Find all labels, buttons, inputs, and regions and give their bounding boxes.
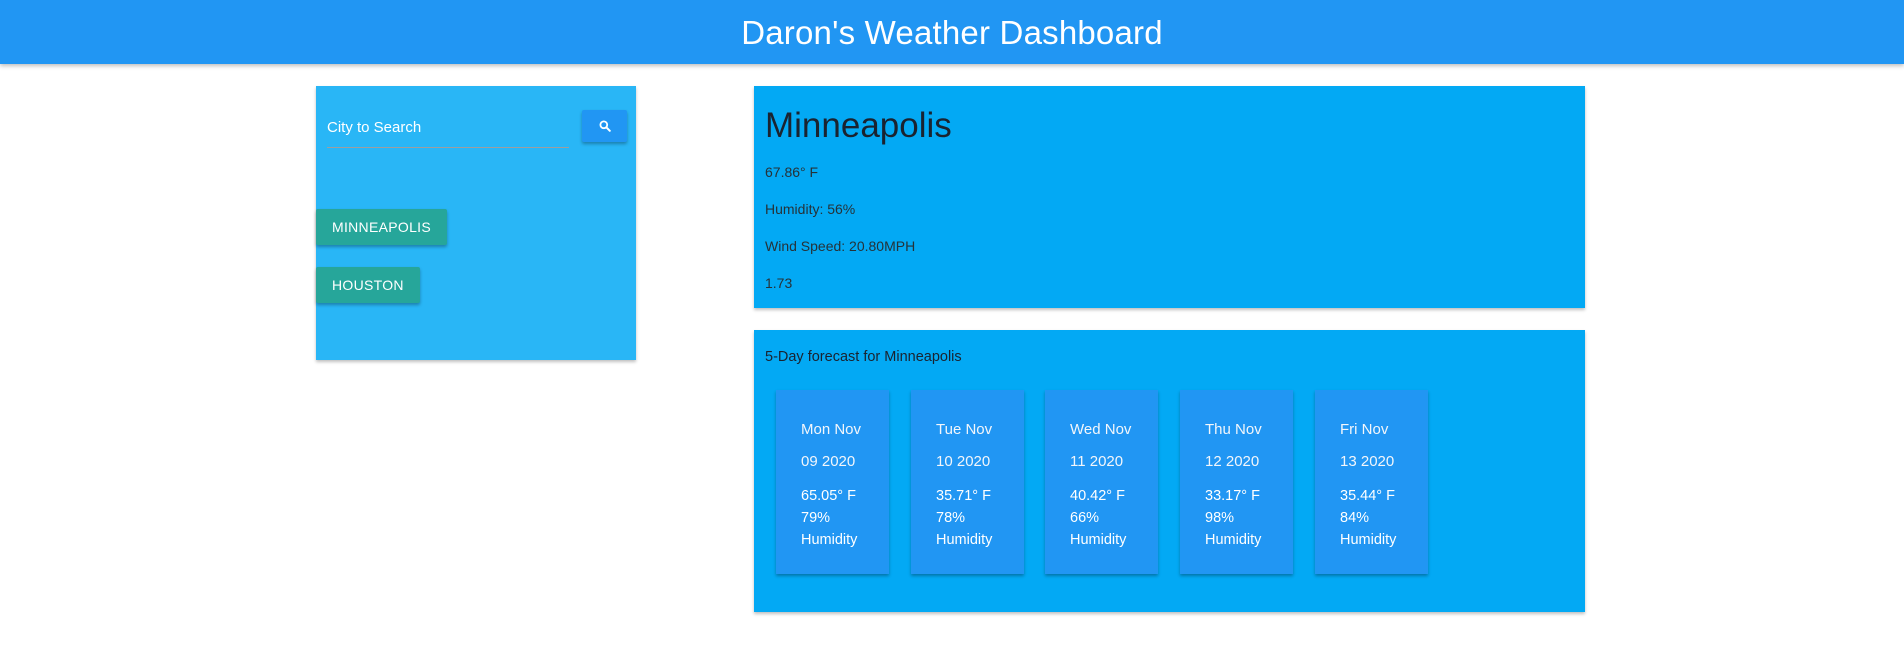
forecast-humidity: 66% [1070,510,1100,526]
current-temperature: 67.86° F [765,164,819,180]
history-button-minneapolis[interactable]: MINNEAPOLIS [316,209,447,245]
forecast-card: Fri Nov 13 2020 35.44° F 84% Humidity [1315,390,1428,574]
forecast-panel: 5-Day forecast for Minneapolis Mon Nov 0… [754,330,1585,612]
forecast-date: 09 2020 [801,453,856,470]
search-row [327,108,627,148]
history-button-houston[interactable]: HOUSTON [316,267,420,303]
search-button[interactable] [582,110,627,142]
forecast-card: Tue Nov 10 2020 35.71° F 78% Humidity [911,390,1024,574]
forecast-temp: 35.44° F [1340,488,1395,504]
forecast-temp: 40.42° F [1070,488,1125,504]
forecast-date: 12 2020 [1205,453,1260,470]
forecast-temp: 35.71° F [936,488,991,504]
city-search-input[interactable] [327,108,569,148]
search-icon [599,120,611,132]
forecast-day: Fri Nov [1340,421,1389,438]
current-wind-speed: Wind Speed: 20.80MPH [765,238,916,254]
current-uv-index: 1.73 [765,275,793,291]
forecast-humidity: 98% [1205,510,1235,526]
forecast-humidity-label: Humidity [1340,532,1397,548]
current-city-name: Minneapolis [765,106,952,145]
forecast-humidity-label: Humidity [801,532,858,548]
forecast-card: Wed Nov 11 2020 40.42° F 66% Humidity [1045,390,1158,574]
search-panel: MINNEAPOLIS HOUSTON [316,86,636,360]
top-navbar: Daron's Weather Dashboard [0,0,1904,64]
current-weather-panel: Minneapolis 67.86° F Humidity: 56% Wind … [754,86,1585,308]
forecast-humidity: 78% [936,510,966,526]
forecast-card: Mon Nov 09 2020 65.05° F 79% Humidity [776,390,889,574]
forecast-date: 11 2020 [1070,453,1124,470]
forecast-temp: 33.17° F [1205,488,1260,504]
forecast-humidity-label: Humidity [936,532,993,548]
forecast-day: Mon Nov [801,421,862,438]
forecast-humidity: 84% [1340,510,1370,526]
forecast-heading: 5-Day forecast for Minneapolis [765,349,962,365]
forecast-date: 10 2020 [936,453,991,470]
forecast-humidity-label: Humidity [1070,532,1127,548]
forecast-day: Tue Nov [936,421,993,438]
forecast-card: Thu Nov 12 2020 33.17° F 98% Humidity [1180,390,1293,574]
forecast-date: 13 2020 [1340,453,1395,470]
current-humidity: Humidity: 56% [765,201,856,217]
forecast-day: Wed Nov [1070,421,1132,438]
forecast-day: Thu Nov [1205,421,1262,438]
forecast-humidity: 79% [801,510,831,526]
forecast-temp: 65.05° F [801,488,856,504]
page-title: Daron's Weather Dashboard [741,14,1163,51]
forecast-humidity-label: Humidity [1205,532,1262,548]
